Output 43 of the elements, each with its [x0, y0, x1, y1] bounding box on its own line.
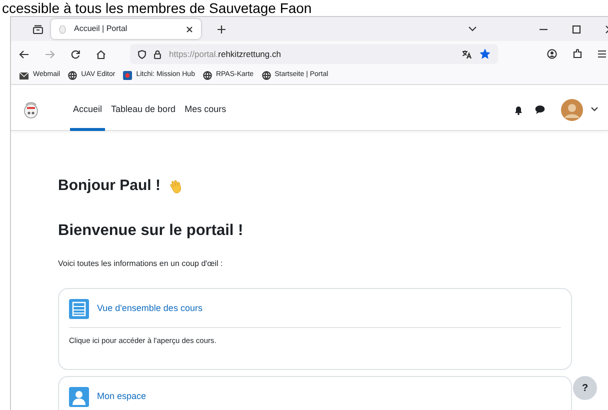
avatar-icon[interactable] [561, 98, 583, 120]
globe-icon [202, 71, 212, 80]
shield-icon [138, 50, 146, 58]
favicon-icon [59, 24, 66, 34]
greeting-heading: Bonjour Paul ! [58, 176, 160, 196]
waving-hand-icon [168, 178, 182, 194]
close-icon[interactable] [186, 26, 193, 32]
envelope-icon [19, 72, 29, 80]
logo-icon [23, 100, 39, 118]
help-button[interactable]: ? [573, 376, 597, 400]
nav-link[interactable]: Tableau de bord [108, 88, 179, 130]
translate-icon[interactable] [462, 50, 472, 58]
star-icon[interactable] [480, 49, 490, 59]
list-icon [69, 298, 89, 319]
tab-overview-icon[interactable] [33, 24, 43, 34]
app-icon [123, 71, 132, 80]
reload-icon[interactable] [71, 50, 80, 58]
minimize-icon[interactable] [539, 28, 548, 30]
card-title-link[interactable]: Mon espace [97, 390, 146, 404]
caption-text: ccessible à tous les membres de Sauvetage Faon [1, 0, 313, 16]
intro-text: Voici toutes les informations en un coup d'œil : [58, 258, 224, 270]
url-text: https://portal.rehkitzrettung.ch [169, 48, 282, 60]
account-icon[interactable] [547, 49, 557, 59]
globe-icon [68, 71, 78, 80]
user-icon [69, 387, 89, 407]
chevron-down-icon[interactable] [591, 107, 598, 112]
card-title-link[interactable]: Vue d'ensemble des cours [97, 302, 202, 316]
back-arrow-icon[interactable] [19, 50, 29, 58]
chevron-down-icon[interactable] [468, 26, 477, 32]
nav-link[interactable]: Accueil [70, 88, 106, 130]
maximize-icon[interactable] [572, 24, 581, 34]
menu-icon[interactable] [598, 50, 606, 58]
nav-link[interactable]: Mes cours [182, 88, 230, 130]
globe-icon [262, 71, 271, 80]
welcome-heading: Bienvenue sur le portail ! [58, 220, 244, 240]
home-icon[interactable] [96, 50, 106, 58]
browser-tab[interactable]: Accueil | Portal [51, 19, 201, 39]
extensions-icon[interactable] [573, 49, 582, 59]
bell-icon[interactable] [514, 104, 523, 114]
chat-bubble-icon[interactable] [535, 105, 545, 114]
lock-icon [154, 50, 161, 58]
address-bar[interactable]: https://portal.rehkitzrettung.ch [130, 44, 498, 64]
new-tab-icon[interactable] [217, 24, 226, 34]
